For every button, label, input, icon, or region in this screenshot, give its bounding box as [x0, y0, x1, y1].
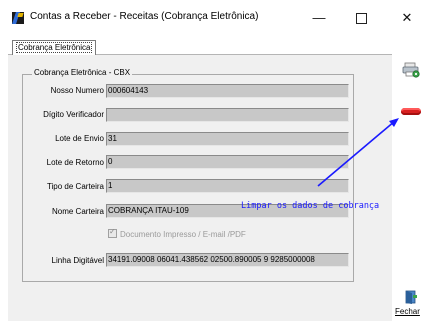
maximize-button[interactable] [344, 6, 378, 30]
title-bar: Contas a Receber - Receitas (Cobrança El… [0, 0, 424, 34]
lote-envio-label: Lote de Envio [55, 134, 104, 143]
checkbox-check-icon [108, 227, 117, 238]
lote-retorno-label: Lote de Retorno [46, 158, 104, 167]
printer-gear-icon[interactable] [402, 62, 420, 78]
window-title: Contas a Receber - Receitas (Cobrança El… [30, 11, 259, 22]
nosso-numero-field[interactable]: 000604143 [106, 84, 349, 98]
app-logo-icon [12, 12, 24, 24]
lote-retorno-field[interactable]: 0 [106, 155, 349, 169]
checkbox-label: Documento Impresso / E-mail /PDF [120, 230, 246, 239]
annotation-text: Limpar os dados de cobrança [241, 201, 380, 211]
tipo-carteira-label: Tipo de Carteira [46, 182, 104, 191]
maximize-icon [355, 13, 367, 25]
cbx-group-box [22, 74, 354, 282]
close-window-button[interactable]: ✕ [390, 6, 424, 30]
clear-billing-button[interactable] [401, 108, 421, 115]
minimize-button[interactable]: — [302, 6, 336, 30]
group-title: Cobrança Eletrônica - CBX [32, 68, 133, 77]
exit-door-icon[interactable] [404, 290, 418, 304]
digito-verificador-label: Dígito Verificador [43, 110, 104, 119]
documento-impresso-checkbox[interactable]: Documento Impresso / E-mail /PDF [108, 227, 246, 239]
tab-cobranca-eletronica[interactable]: Cobrança Eletrônica [12, 40, 97, 55]
linha-digitavel-field[interactable]: 34191.09008 06041.438562 02500.890005 9 … [106, 253, 349, 267]
digito-verificador-field[interactable] [106, 108, 349, 122]
tipo-carteira-field[interactable]: 1 [106, 179, 349, 193]
nosso-numero-label: Nosso Numero [50, 86, 104, 95]
right-toolbar [392, 54, 424, 320]
tab-label: Cobrança Eletrônica [16, 42, 93, 53]
nome-carteira-label: Nome Carteira [51, 207, 104, 216]
lote-envio-field[interactable]: 31 [106, 132, 349, 146]
fechar-button[interactable]: Fechar [395, 307, 420, 316]
linha-digitavel-label: Linha Digitável [51, 256, 104, 265]
